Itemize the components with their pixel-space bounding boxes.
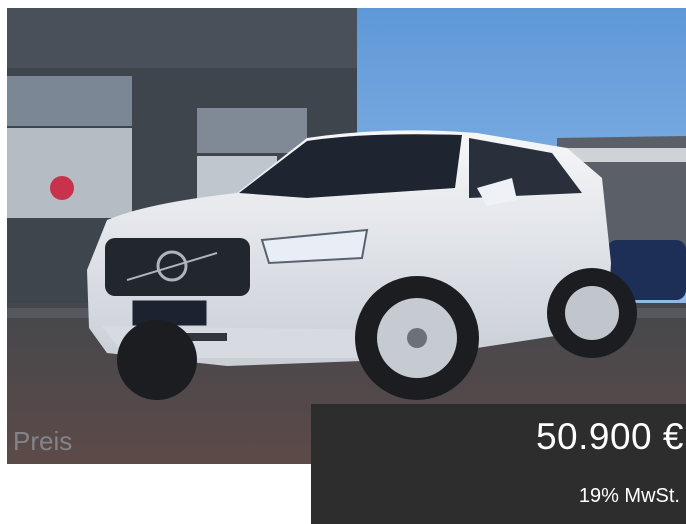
price-panel: 50.900 € 19% MwSt.: [311, 404, 686, 524]
price-label: Preis: [13, 426, 73, 456]
car-photo[interactable]: [7, 8, 686, 464]
tax-note: 19% MwSt.: [578, 485, 680, 507]
car-photo-illustration: [7, 8, 686, 464]
price-value: 50.900 €: [535, 416, 684, 457]
